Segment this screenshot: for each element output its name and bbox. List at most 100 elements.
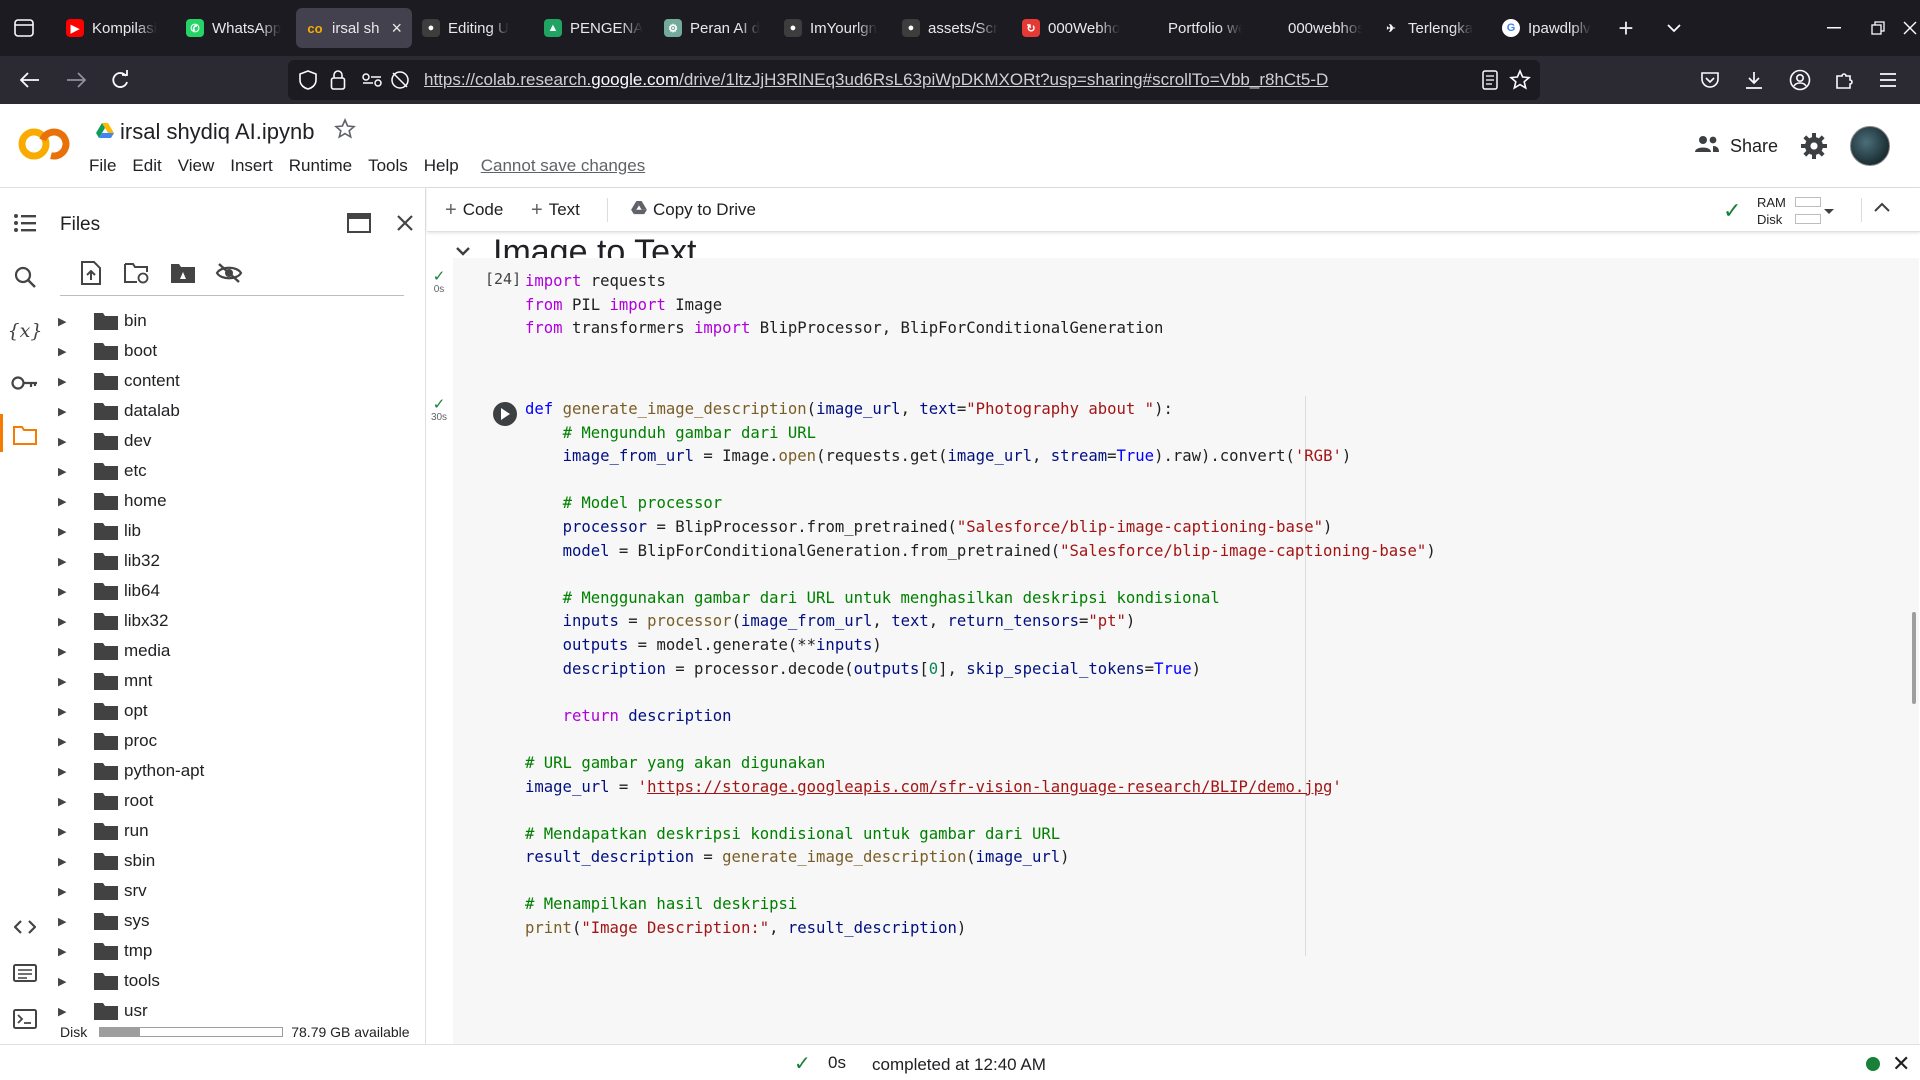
expand-triangle-icon[interactable]: ▶ — [58, 465, 78, 478]
notebook-title-text[interactable]: irsal shydiq AI.ipynb — [120, 119, 314, 145]
copy-to-drive-button[interactable]: Copy to Drive — [631, 197, 756, 223]
expand-triangle-icon[interactable]: ▶ — [58, 855, 78, 868]
hide-files-icon[interactable] — [214, 258, 244, 288]
folder-row[interactable]: ▶ python-apt — [50, 756, 426, 786]
close-icon[interactable] — [390, 208, 420, 238]
close-tab-icon[interactable]: × — [391, 18, 402, 39]
tracking-shield-icon[interactable] — [296, 68, 320, 92]
folder-row[interactable]: ▶ lib — [50, 516, 426, 546]
folder-row[interactable]: ▶ tmp — [50, 936, 426, 966]
cannot-save-link[interactable]: Cannot save changes — [481, 156, 653, 176]
firefox-view-icon[interactable] — [8, 14, 40, 42]
expand-triangle-icon[interactable]: ▶ — [58, 705, 78, 718]
folder-row[interactable]: ▶ bin — [50, 306, 426, 336]
new-tab-button[interactable]: + — [1610, 12, 1642, 44]
expand-triangle-icon[interactable]: ▶ — [58, 435, 78, 448]
expand-triangle-icon[interactable]: ▶ — [58, 1005, 78, 1018]
forward-icon[interactable] — [60, 64, 92, 96]
browser-tab[interactable]: ● assets/Scr — [892, 8, 1012, 48]
terminal-icon[interactable] — [10, 1004, 40, 1034]
account-icon[interactable] — [1784, 64, 1816, 96]
expand-triangle-icon[interactable]: ▶ — [58, 315, 78, 328]
folder-row[interactable]: ▶ run — [50, 816, 426, 846]
variables-icon[interactable]: {𝑥} — [8, 316, 43, 346]
pocket-icon[interactable] — [1694, 64, 1726, 96]
code-cell[interactable]: [24] import requests from PIL import Ima… — [453, 258, 1919, 396]
add-code-button[interactable]: + Code — [445, 197, 503, 223]
resources-indicator[interactable]: ✓ RAM Disk — [1717, 192, 1837, 228]
browser-tab[interactable]: ✆ WhatsApp — [176, 8, 296, 48]
browser-tab[interactable]: co irsal sh × — [296, 8, 412, 48]
hamburger-menu-icon[interactable] — [1872, 64, 1904, 96]
browser-tab[interactable]: Portfolio web — [1132, 8, 1252, 48]
folder-row[interactable]: ▶ datalab — [50, 396, 426, 426]
back-icon[interactable] — [14, 64, 46, 96]
browser-tab[interactable]: ▶ Kompilasi — [56, 8, 176, 48]
folder-row[interactable]: ▶ lib32 — [50, 546, 426, 576]
folder-row[interactable]: ▶ sys — [50, 906, 426, 936]
close-icon[interactable]: ✕ — [1892, 1051, 1910, 1077]
expand-triangle-icon[interactable]: ▶ — [58, 585, 78, 598]
key-icon[interactable] — [10, 368, 40, 398]
search-icon[interactable] — [10, 262, 40, 292]
expand-triangle-icon[interactable]: ▶ — [58, 345, 78, 358]
expand-triangle-icon[interactable]: ▶ — [58, 495, 78, 508]
folder-row[interactable]: ▶ tools — [50, 966, 426, 996]
browser-tab[interactable]: ↻ 000Webho — [1012, 8, 1132, 48]
browser-tab[interactable]: ▲ PENGENA — [534, 8, 654, 48]
menu-help[interactable]: Help — [424, 156, 467, 176]
share-button[interactable]: Share — [1694, 128, 1778, 164]
expand-triangle-icon[interactable]: ▶ — [58, 735, 78, 748]
expand-triangle-icon[interactable]: ▶ — [58, 825, 78, 838]
lock-icon[interactable] — [326, 68, 350, 92]
menu-tools[interactable]: Tools — [368, 156, 416, 176]
add-text-button[interactable]: + Text — [531, 197, 580, 223]
expand-triangle-icon[interactable]: ▶ — [58, 945, 78, 958]
folder-icon[interactable] — [10, 420, 40, 450]
browser-tab[interactable]: G Ipawdlplv — [1492, 8, 1612, 48]
folder-row[interactable]: ▶ dev — [50, 426, 426, 456]
expand-triangle-icon[interactable]: ▶ — [58, 645, 78, 658]
expand-triangle-icon[interactable]: ▶ — [58, 555, 78, 568]
colab-logo-icon[interactable] — [16, 124, 72, 164]
expand-triangle-icon[interactable]: ▶ — [58, 765, 78, 778]
autoplay-blocked-icon[interactable] — [388, 68, 412, 92]
minimize-button[interactable] — [1816, 12, 1852, 44]
notebook-title[interactable]: irsal shydiq AI.ipynb — [96, 117, 357, 146]
browser-tab[interactable]: 000webhost F — [1252, 8, 1372, 48]
reload-icon[interactable] — [104, 64, 136, 96]
browser-tab[interactable]: ● Editing U — [412, 8, 534, 48]
star-icon[interactable] — [334, 117, 357, 146]
tab-list-chevron-icon[interactable] — [1658, 12, 1690, 44]
folder-row[interactable]: ▶ sbin — [50, 846, 426, 876]
open-in-tab-icon[interactable] — [344, 208, 374, 238]
expand-triangle-icon[interactable]: ▶ — [58, 525, 78, 538]
restore-button[interactable] — [1860, 12, 1896, 44]
browser-tab[interactable]: ● ImYourlgn — [774, 8, 892, 48]
table-of-contents-icon[interactable] — [10, 208, 40, 238]
upload-file-icon[interactable] — [76, 258, 106, 288]
permissions-icon[interactable] — [360, 68, 384, 92]
reader-view-icon[interactable] — [1478, 68, 1502, 92]
browser-tab[interactable]: ⚙ Peran AI d — [654, 8, 774, 48]
url-text[interactable]: https://colab.research.google.com/drive/… — [424, 70, 1328, 90]
downloads-icon[interactable] — [1738, 64, 1770, 96]
expand-triangle-icon[interactable]: ▶ — [58, 885, 78, 898]
runtime-dropdown-icon[interactable] — [1823, 203, 1835, 221]
extensions-icon[interactable] — [1828, 64, 1860, 96]
gear-icon[interactable] — [1800, 132, 1828, 160]
expand-triangle-icon[interactable]: ▶ — [58, 405, 78, 418]
collapse-chevron-up-icon[interactable] — [1873, 200, 1891, 218]
expand-triangle-icon[interactable]: ▶ — [58, 795, 78, 808]
folder-row[interactable]: ▶ libx32 — [50, 606, 426, 636]
folder-row[interactable]: ▶ srv — [50, 876, 426, 906]
folder-row[interactable]: ▶ boot — [50, 336, 426, 366]
expand-triangle-icon[interactable]: ▶ — [58, 975, 78, 988]
refresh-folder-icon[interactable] — [122, 258, 152, 288]
menu-edit[interactable]: Edit — [132, 156, 169, 176]
folder-row[interactable]: ▶ opt — [50, 696, 426, 726]
bookmark-star-icon[interactable] — [1508, 68, 1532, 92]
browser-tab[interactable]: ✈ Terlengka — [1372, 8, 1492, 48]
expand-triangle-icon[interactable]: ▶ — [58, 915, 78, 928]
menu-view[interactable]: View — [178, 156, 223, 176]
